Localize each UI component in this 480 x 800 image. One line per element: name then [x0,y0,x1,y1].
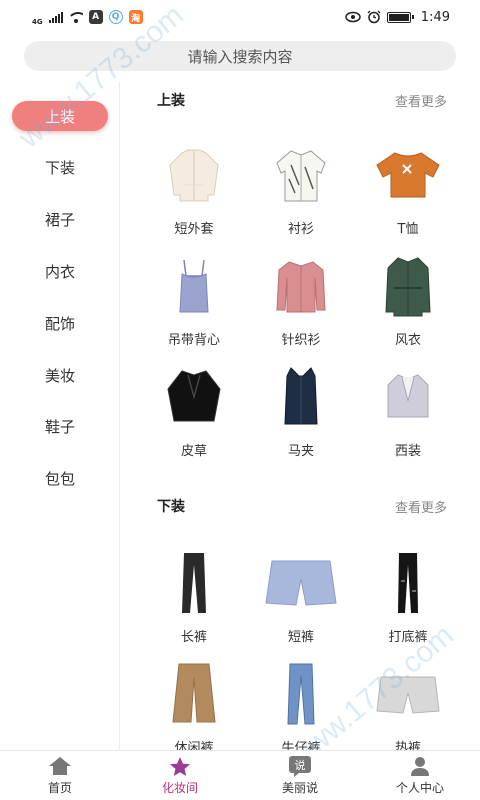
taobao-icon: 淘 [128,10,143,24]
product-item-shirt[interactable]: 衬衫 [246,140,356,237]
section-title: 上装 [157,93,185,109]
item-label: 短外套 [174,222,214,237]
sidebar-item-underwear[interactable]: 内衣 [12,256,108,286]
product-item-trousers[interactable]: 长裤 [139,548,249,645]
product-item-casual-pants[interactable]: 休闲裤 [139,659,249,756]
item-label: 针织衫 [281,333,321,348]
tab-label: 个人中心 [395,781,444,795]
battery-icon [386,11,414,23]
sidebar-item-bags[interactable]: 包包 [12,463,108,493]
item-label: 西装 [394,444,421,459]
tab-profile[interactable]: 个人中心 [360,751,480,800]
search-input[interactable]: 请输入搜索内容 [24,41,456,71]
product-item-jeans[interactable]: 牛仔裤 [246,659,356,756]
status-bar: 4G A Q 淘 1:49 [0,0,480,34]
camisole-icon [154,251,234,321]
person-icon [407,755,433,777]
tab-label: 化妆间 [161,781,198,795]
item-label: 马夹 [287,444,314,459]
status-left: 4G A Q 淘 [32,9,143,26]
blazer-icon [368,362,448,432]
sidebar-item-tops[interactable]: 上装 [12,101,108,131]
sidebar-item-skirts[interactable]: 裙子 [12,204,108,234]
item-label: 吊带背心 [167,333,220,348]
product-item-fur-coat[interactable]: 皮草 [139,362,249,459]
clock: 1:49 [420,9,450,25]
qq-icon: Q [108,10,123,24]
network-type: 4G [32,17,43,26]
short-jacket-icon [154,140,234,210]
tab-makeup-room[interactable]: 化妆间 [120,751,240,800]
vest-icon [261,362,341,432]
sidebar-item-label: 上装 [44,107,75,126]
trench-coat-icon [368,251,448,321]
alipay-icon: A [88,10,103,24]
item-label: 长裤 [180,630,207,645]
product-item-knit-sweater[interactable]: 针织衫 [246,251,356,348]
product-item-shorts[interactable]: 短裤 [246,548,356,645]
trousers-icon [154,548,234,618]
view-more-link[interactable]: 查看更多 [395,91,447,110]
sidebar-item-bottoms[interactable]: 下装 [12,152,108,182]
category-sidebar: 上装 下装 裙子 内衣 配饰 美妆 鞋子 包包 [0,82,120,750]
eye-icon [345,11,361,23]
tab-label: 首页 [47,781,72,795]
product-item-blazer[interactable]: 西装 [353,362,463,459]
tshirt-icon [368,140,448,210]
tab-label: 美丽说 [281,781,318,795]
jeans-icon [261,659,341,729]
item-label: 短裤 [287,630,314,645]
section-title: 下装 [157,499,185,515]
signal-icon [48,11,63,23]
sidebar-item-shoes[interactable]: 鞋子 [12,411,108,441]
fur-coat-icon [154,362,234,432]
sidebar-item-label: 下装 [44,158,75,177]
product-item-camisole[interactable]: 吊带背心 [139,251,249,348]
category-content: 上装 查看更多 短外套 衬衫 T恤 吊带背心 针织衫 风衣 皮草 马夹 西装 下… [121,82,480,756]
status-right: 1:49 [345,10,450,25]
sidebar-item-accessories[interactable]: 配饰 [12,308,108,338]
product-item-tshirt[interactable]: T恤 [353,140,463,237]
product-item-short-jacket[interactable]: 短外套 [139,140,249,237]
sidebar-item-label: 配饰 [44,314,75,333]
wifi-icon [68,11,83,23]
view-more-link[interactable]: 查看更多 [395,497,447,516]
svg-text:说: 说 [295,758,306,772]
sidebar-item-label: 裙子 [44,210,75,229]
item-label: 衬衫 [287,222,314,237]
sidebar-item-label: 包包 [44,469,75,488]
product-item-trench-coat[interactable]: 风衣 [353,251,463,348]
shirt-icon [261,140,341,210]
shorts-icon [261,548,341,618]
star-icon [167,755,193,777]
product-item-vest[interactable]: 马夹 [246,362,356,459]
say-icon: 说 [287,755,313,777]
leggings-icon [368,548,448,618]
sidebar-item-label: 内衣 [44,262,75,281]
item-label: T恤 [397,222,419,237]
search-placeholder: 请输入搜索内容 [187,47,293,66]
knit-sweater-icon [261,251,341,321]
product-item-leggings[interactable]: 打底裤 [353,548,463,645]
product-item-hot-pants[interactable]: 热裤 [353,659,463,756]
item-label: 风衣 [394,333,421,348]
sidebar-item-label: 美妆 [44,366,75,385]
item-label: 皮草 [180,444,207,459]
home-icon [47,755,73,777]
hot-pants-icon [368,659,448,729]
item-label: 打底裤 [388,630,428,645]
casual-pants-icon [154,659,234,729]
tab-home[interactable]: 首页 [0,751,120,800]
sidebar-item-label: 鞋子 [44,417,75,436]
alarm-icon [367,10,381,24]
section-header-bottoms: 下装 查看更多 [157,496,447,516]
bottom-tab-bar: 首页 化妆间 说 美丽说 个人中心 [0,750,480,800]
section-header-tops: 上装 查看更多 [157,90,447,110]
sidebar-item-makeup[interactable]: 美妆 [12,360,108,390]
tab-beauty-talk[interactable]: 说 美丽说 [240,751,360,800]
